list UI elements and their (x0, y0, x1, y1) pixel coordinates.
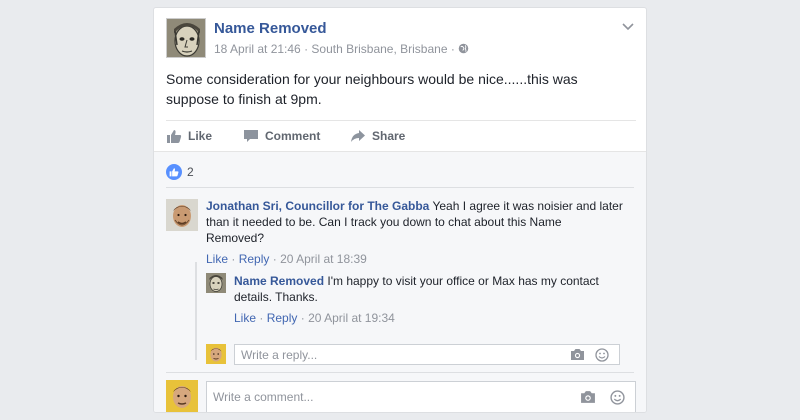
person-avatar-icon (206, 344, 226, 364)
comment-text: Removed? (206, 231, 265, 245)
divider (166, 187, 634, 188)
reaction-count: 2 (187, 165, 194, 179)
camera-icon[interactable] (580, 390, 596, 404)
comment-placeholder: Write a comment... (213, 390, 314, 404)
globe-icon[interactable] (458, 43, 469, 54)
poster-name[interactable]: Name Removed (214, 20, 327, 37)
post-location[interactable]: South Brisbane, Brisbane (311, 42, 447, 56)
current-user-avatar (206, 344, 226, 364)
meta-separator: · (450, 42, 455, 56)
reply-body: Name Removed I'm happy to visit your off… (234, 273, 634, 305)
action-separator: · (259, 311, 264, 325)
comment-reply-link[interactable]: Reply (239, 252, 270, 266)
comment-text: Yeah I agree it was noisier and later (429, 199, 623, 213)
comment-body: Jonathan Sri, Councillor for The Gabba Y… (206, 198, 636, 246)
comment-timestamp[interactable]: 20 April at 18:39 (280, 252, 367, 266)
post-card: Name Removed 18 April at 21:46 · South B… (153, 7, 647, 413)
comment-icon (244, 130, 258, 142)
person-avatar-icon (166, 380, 198, 412)
replier-avatar[interactable] (206, 273, 226, 293)
comment-input[interactable]: Write a comment... (206, 381, 636, 412)
post-text-line: suppose to finish at 9pm. (166, 91, 322, 107)
share-label: Share (372, 129, 406, 143)
comment-text: than it needed to be. Can I track you do… (206, 215, 562, 229)
action-separator: · (300, 311, 305, 325)
reply-input[interactable]: Write a reply... (234, 344, 620, 365)
meta-separator: · (304, 42, 309, 56)
commenter-avatar[interactable] (166, 199, 198, 231)
post-text-line: Some consideration for your neighbours w… (166, 71, 578, 87)
reply-placeholder: Write a reply... (241, 347, 318, 362)
post-timestamp[interactable]: 18 April at 21:46 (214, 42, 301, 56)
reply-text: details. Thanks. (234, 290, 318, 304)
reply-author[interactable]: Name Removed (234, 274, 324, 288)
post-body: Some consideration for your neighbours w… (166, 69, 626, 109)
action-separator: · (231, 252, 236, 266)
sketch-face-icon (206, 273, 226, 293)
thumbs-up-icon (166, 164, 182, 180)
share-button[interactable]: Share (350, 121, 405, 151)
sketch-face-icon (167, 19, 205, 57)
divider (166, 372, 634, 373)
reaction-summary[interactable]: 2 (166, 163, 194, 181)
reply-actions: Like · Reply · 20 April at 19:34 (234, 311, 395, 325)
person-avatar-icon (166, 199, 198, 231)
comment-label: Comment (265, 129, 321, 143)
thumbs-up-icon (167, 130, 182, 143)
comment-button[interactable]: Comment (243, 121, 320, 151)
poster-avatar[interactable] (166, 18, 206, 58)
post-action-bar: Like Comment Share (166, 120, 636, 152)
action-separator: · (272, 252, 277, 266)
current-user-avatar (166, 380, 198, 412)
emoji-icon[interactable] (595, 347, 609, 362)
like-button[interactable]: Like (166, 121, 212, 151)
reply-like-link[interactable]: Like (234, 311, 256, 325)
camera-icon[interactable] (570, 348, 585, 361)
comments-section: 2 Jonathan Sri, Councillor for The Gabba… (154, 151, 646, 412)
emoji-icon[interactable] (610, 389, 625, 405)
comment-actions: Like · Reply · 20 April at 18:39 (206, 252, 367, 266)
like-label: Like (188, 129, 213, 143)
reply-text: I'm happy to visit your office or Max ha… (324, 274, 599, 288)
comment-author[interactable]: Jonathan Sri, Councillor for The Gabba (206, 199, 429, 213)
reply-reply-link[interactable]: Reply (267, 311, 298, 325)
reply-timestamp[interactable]: 20 April at 19:34 (308, 311, 395, 325)
chevron-down-icon[interactable] (620, 20, 636, 34)
post-header: Name Removed 18 April at 21:46 · South B… (166, 18, 636, 62)
share-icon (351, 130, 365, 142)
post-meta: 18 April at 21:46 · South Brisbane, Bris… (214, 42, 469, 56)
comment-like-link[interactable]: Like (206, 252, 228, 266)
reply-thread-line (195, 262, 197, 360)
